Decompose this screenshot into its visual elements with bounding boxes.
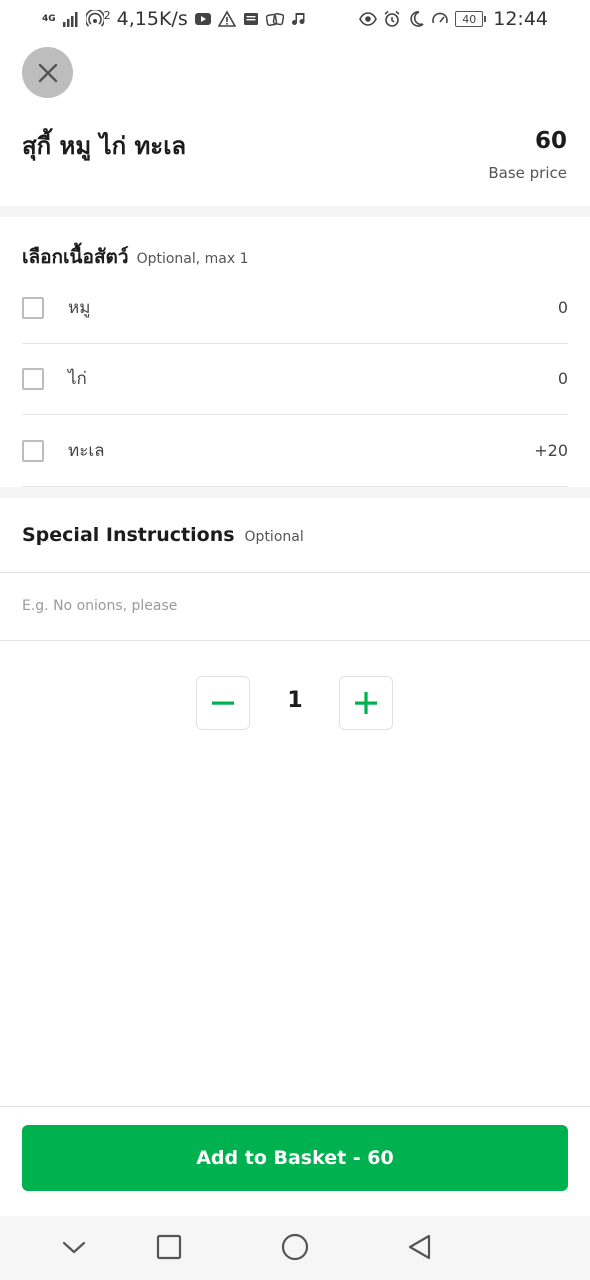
section-separator xyxy=(0,206,590,217)
signal-icon xyxy=(62,10,80,28)
square-icon[interactable] xyxy=(154,1232,184,1262)
alarm-icon xyxy=(383,10,401,28)
divider xyxy=(0,572,590,573)
plus-icon xyxy=(355,692,377,714)
option-row-pork[interactable]: หมู 0 xyxy=(22,272,568,344)
close-button[interactable] xyxy=(22,47,73,98)
status-right: 40 12:44 xyxy=(359,8,548,30)
options-section-header: เลือกเนื้อสัตว์ Optional, max 1 xyxy=(22,242,249,272)
base-price-caption: Base price xyxy=(488,164,567,182)
item-price: 60 xyxy=(534,128,567,154)
options-section-subtitle: Optional, max 1 xyxy=(136,251,249,267)
decrease-quantity-button[interactable] xyxy=(196,676,250,730)
option-price: +20 xyxy=(534,441,568,460)
option-label: ทะเล xyxy=(68,441,105,461)
speedometer-icon xyxy=(431,10,449,28)
special-instructions-title: Special Instructions xyxy=(22,524,235,546)
moon-icon xyxy=(407,10,425,28)
divider xyxy=(0,640,590,641)
clock: 12:44 xyxy=(493,8,548,30)
option-row-chicken[interactable]: ไก่ 0 xyxy=(22,343,568,415)
special-instructions-subtitle: Optional xyxy=(244,529,304,545)
back-triangle-icon[interactable] xyxy=(405,1232,435,1262)
battery-icon: 40 xyxy=(455,11,487,27)
add-to-basket-button[interactable]: Add to Basket - 60 xyxy=(22,1125,568,1191)
hotspot-count: 2 xyxy=(103,8,111,22)
option-label: ไก่ xyxy=(68,369,87,389)
quantity-value: 1 xyxy=(287,688,303,713)
status-bar: 4G 2 4,15K/s 40 12:44 xyxy=(0,0,590,40)
option-price: 0 xyxy=(557,369,568,388)
checkbox[interactable] xyxy=(22,439,44,462)
option-row-seafood[interactable]: ทะเล +20 xyxy=(22,415,568,487)
option-label: หมู xyxy=(68,298,91,318)
close-icon xyxy=(38,63,57,82)
chevron-down-icon[interactable] xyxy=(59,1232,89,1262)
battery-level: 40 xyxy=(462,12,477,26)
youtube-icon xyxy=(194,10,212,28)
increase-quantity-button[interactable] xyxy=(339,676,393,730)
music-note-icon xyxy=(290,10,308,28)
checkbox[interactable] xyxy=(22,296,44,319)
network-type: 4G xyxy=(42,13,56,24)
warning-icon xyxy=(217,10,236,28)
network-speed: 4,15K/s xyxy=(116,8,188,30)
checkbox[interactable] xyxy=(22,367,44,390)
option-price: 0 xyxy=(557,298,568,317)
circle-icon[interactable] xyxy=(280,1232,310,1262)
special-instructions-header: Special Instructions Optional xyxy=(22,524,304,546)
cards-icon xyxy=(265,10,284,28)
section-separator xyxy=(0,487,590,498)
hotspot-icon xyxy=(85,10,104,28)
status-left: 4G 2 4,15K/s xyxy=(42,8,308,30)
news-icon xyxy=(242,10,260,28)
special-instructions-input[interactable] xyxy=(22,586,568,626)
footer-divider xyxy=(0,1106,590,1107)
minus-icon xyxy=(212,701,234,705)
eye-icon xyxy=(359,10,378,28)
item-title: สุกี้ หมู ไก่ ทะเล xyxy=(22,132,187,160)
options-section-title: เลือกเนื้อสัตว์ xyxy=(22,246,129,268)
